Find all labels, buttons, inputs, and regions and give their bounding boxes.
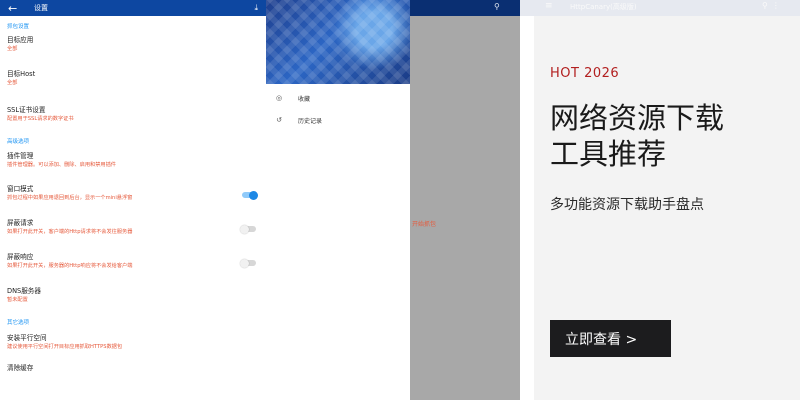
- drawer-item-favorites[interactable]: ◎ 收藏: [266, 87, 410, 109]
- setting-dns-server[interactable]: DNS服务器 暂未配置: [0, 287, 266, 317]
- setting-title: 插件管理: [7, 152, 34, 160]
- section-header-advanced: 高级选项: [7, 139, 30, 145]
- settings-screen: ← 设置 ⤓ 抓包设置 目标应用 全部 目标Host 全部 SSL证书设置 配置…: [0, 0, 266, 400]
- toggle-knob: [240, 258, 249, 268]
- setting-block-response[interactable]: 屏蔽响应 如果打开此开关，服务器的Http响应将不会发给客户端: [0, 253, 266, 287]
- drawer-item-label: 历史记录: [298, 117, 323, 125]
- toggle-knob: [249, 190, 258, 200]
- search-icon[interactable]: ⚲: [494, 2, 500, 11]
- article-subtitle: 多功能资源下载助手盘点: [550, 197, 704, 213]
- setting-title: 目标应用: [7, 36, 34, 44]
- view-now-button[interactable]: 立即查看 >: [550, 320, 671, 357]
- drawer-item-history[interactable]: ↺ 历史记录: [266, 109, 410, 131]
- setting-subtitle: 配置用于SSL请求的数字证书: [7, 116, 74, 122]
- favorites-icon: ◎: [275, 94, 283, 102]
- setting-window-mode[interactable]: 窗口模式 抓包过程中如果应用退回到后台，显示一个mini悬浮窗: [0, 185, 266, 219]
- setting-title: 清除缓存: [7, 364, 34, 372]
- setting-subtitle: 全部: [7, 80, 18, 86]
- card-left-strip: [520, 16, 534, 400]
- setting-subtitle: 插件管理器。可以添加、删除、启用和禁用插件: [7, 162, 116, 168]
- setting-block-request[interactable]: 屏蔽请求 如果打开此开关，客户端的Http请求将不会发往服务器: [0, 219, 266, 253]
- drawer-scrim[interactable]: [410, 16, 520, 400]
- toggle-knob: [240, 224, 249, 234]
- setting-subtitle: 抓包过程中如果应用退回到后台，显示一个mini悬浮窗: [7, 195, 133, 201]
- block-response-toggle[interactable]: [240, 258, 256, 268]
- setting-plugin-manager[interactable]: 插件管理 插件管理器。可以添加、删除、启用和禁用插件: [0, 151, 266, 185]
- drawer-item-label: 收藏: [298, 95, 311, 103]
- setting-target-host[interactable]: 目标Host 全部: [0, 70, 266, 106]
- setting-subtitle: 建议使用平行空间打开目标应用抓取HTTPS数据包: [7, 344, 123, 350]
- menu-icon[interactable]: ≡: [545, 1, 553, 11]
- setting-title: 屏蔽响应: [7, 253, 34, 261]
- history-icon: ↺: [276, 116, 282, 124]
- download-icon[interactable]: ⤓: [254, 4, 258, 12]
- setting-title: 安装平行空间: [7, 334, 47, 342]
- setting-target-app[interactable]: 目标应用 全部: [0, 34, 266, 70]
- setting-title: 窗口模式: [7, 185, 34, 193]
- setting-subtitle: 如果打开此开关，服务器的Http响应将不会发给客户端: [7, 263, 133, 269]
- setting-parallel-space[interactable]: 安装平行空间 建议使用平行空间打开目标应用抓取HTTPS数据包: [0, 334, 266, 364]
- drawer-header-image: [266, 0, 410, 84]
- setting-title: 目标Host: [7, 70, 36, 78]
- card-app-bar: ≡ HttpCanary(高级版) ⚲⋮: [520, 0, 800, 16]
- setting-title: DNS服务器: [7, 287, 41, 295]
- setting-clear-cache[interactable]: 清除缓存: [0, 364, 266, 384]
- section-header-other: 其它选项: [7, 320, 30, 326]
- start-capture-hint: 开始抓包: [412, 221, 437, 228]
- setting-title: 屏蔽请求: [7, 219, 34, 227]
- back-arrow-icon[interactable]: ←: [8, 3, 24, 14]
- article-headline: 网络资源下载工具推荐: [550, 101, 725, 171]
- setting-subtitle: 如果打开此开关，客户端的Http请求将不会发往服务器: [7, 229, 133, 235]
- article-card-screen: ≡ HttpCanary(高级版) ⚲⋮ HOT 2026 网络资源下载工具推荐…: [520, 0, 800, 400]
- section-header-capture: 抓包设置: [7, 24, 30, 30]
- app-title: HttpCanary(高级版): [570, 3, 637, 11]
- block-request-toggle[interactable]: [240, 224, 256, 234]
- setting-subtitle: 暂未配置: [7, 297, 28, 303]
- setting-subtitle: 全部: [7, 46, 18, 52]
- settings-title: 设置: [34, 4, 48, 12]
- setting-ssl-cert[interactable]: SSL证书设置 配置用于SSL请求的数字证书: [0, 106, 266, 134]
- drawer-screen: ⚲ 开始抓包 ◎ 收藏 ↺ 历史记录: [266, 0, 520, 400]
- toolbar-icons[interactable]: ⚲⋮: [762, 1, 784, 10]
- navigation-drawer: ◎ 收藏 ↺ 历史记录: [266, 0, 410, 400]
- window-mode-toggle[interactable]: [242, 190, 258, 200]
- setting-title: SSL证书设置: [7, 106, 46, 114]
- screenshot-root: ← 设置 ⤓ 抓包设置 目标应用 全部 目标Host 全部 SSL证书设置 配置…: [0, 0, 800, 400]
- settings-app-bar: ← 设置 ⤓: [0, 0, 266, 16]
- hot-tag: HOT 2026: [550, 66, 620, 81]
